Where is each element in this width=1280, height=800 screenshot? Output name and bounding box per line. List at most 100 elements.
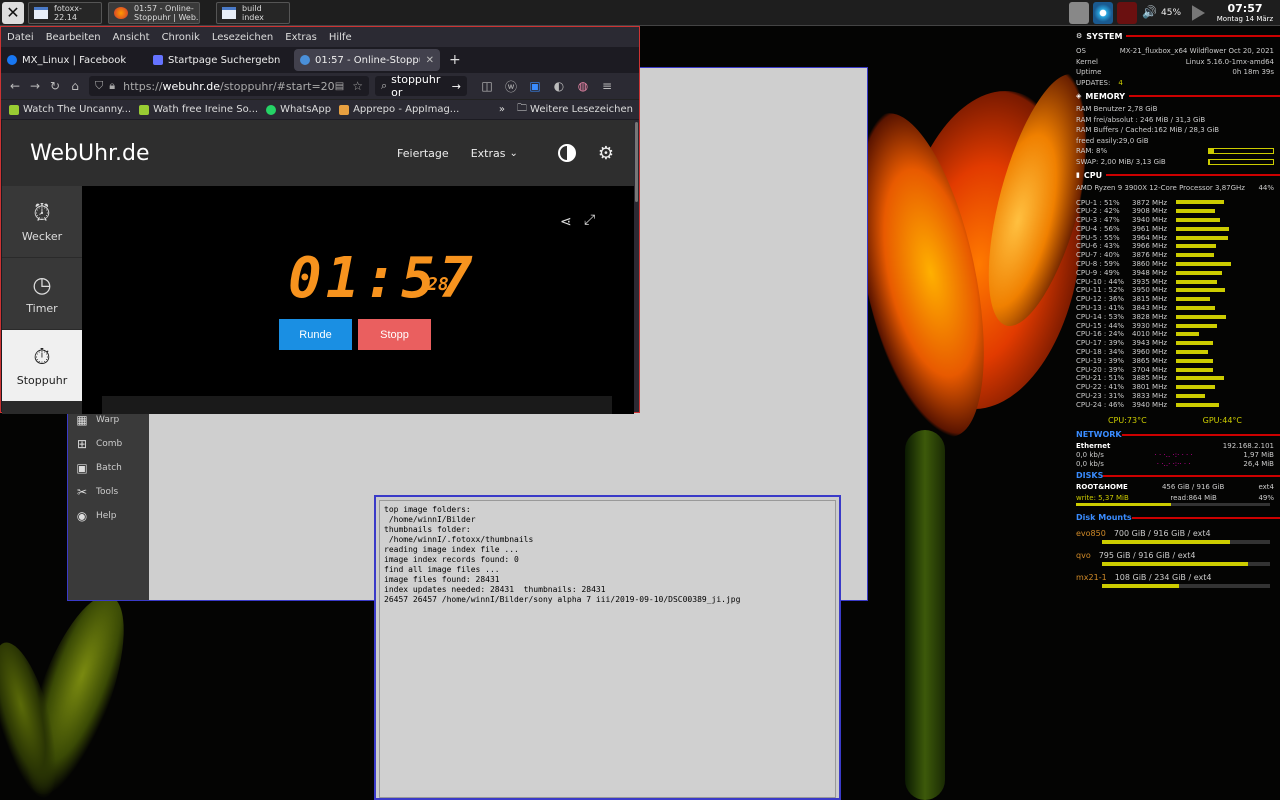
cpu-core-label: CPU-4 : 56%	[1076, 225, 1132, 234]
build-index-log: top image folders: /home/winnI/Bilder thu…	[379, 500, 836, 798]
menu-bar: Datei Bearbeiten Ansicht Chronik Lesezeichen…	[1, 27, 639, 47]
cpu-core-pct: 39%	[1108, 356, 1125, 365]
task-firefox[interactable]: 01:57 - Online- Stoppuhr | Web...	[108, 1, 200, 24]
shield-icon: ⛉	[95, 79, 104, 92]
ram-row: RAM: 8%	[1070, 146, 1280, 157]
system-key: Kernel	[1076, 57, 1098, 66]
magnifier-tray-icon[interactable]	[1069, 2, 1089, 24]
system-row: UPDATES: 4	[1070, 78, 1280, 89]
pocket-icon[interactable]: ◫	[477, 79, 497, 93]
sidebar-item-wecker[interactable]: ⏰︎ Wecker	[2, 186, 82, 258]
cpu-core-row: CPU-2 : 42% 3908 MHz	[1070, 207, 1280, 216]
task-fotoxx[interactable]: fotoxx-22.14	[28, 1, 102, 24]
volume-icon[interactable]: 🔊	[1142, 5, 1157, 19]
timer-icon: ◷	[32, 273, 52, 298]
stopwatch-display: ⋖ ⤢ 01:57 28 Runde Stopp	[82, 186, 634, 414]
divider	[1103, 475, 1280, 478]
scrollbar[interactable]	[634, 120, 639, 412]
menu-item[interactable]: Extras	[285, 32, 317, 43]
site-logo[interactable]: WebUhr.de	[30, 141, 150, 166]
url-bar[interactable]: ⛉ 🔒︎ https://webuhr.de/stoppuhr/#start=2…	[89, 76, 369, 96]
more-bookmarks[interactable]: 🗀 Weitere Lesezeichen	[517, 101, 633, 118]
play-tray-icon[interactable]	[1192, 5, 1205, 21]
bookmark-item[interactable]: Apprepo - AppImag...	[339, 104, 459, 115]
cpu-core-bar-fill	[1176, 385, 1215, 390]
share-icon[interactable]: ⋖	[560, 214, 572, 230]
mount-bar-fill	[1102, 584, 1180, 589]
help-icon: ◉	[76, 509, 88, 523]
bookmark-item[interactable]: Wath free Ireine So...	[139, 104, 258, 115]
back-icon[interactable]: ←	[5, 79, 25, 93]
bookmark-item[interactable]: WhatsApp	[266, 104, 331, 115]
fotoxx-comb[interactable]: ⊞ Comb	[68, 432, 149, 456]
reload-icon[interactable]: ↻	[45, 79, 65, 93]
menu-item[interactable]: Hilfe	[329, 32, 352, 43]
sidebar-item-timer[interactable]: ◷ Timer	[2, 258, 82, 330]
cpu-core-name: CPU-22	[1076, 383, 1102, 392]
menu-item[interactable]: Ansicht	[113, 32, 150, 43]
close-tab-icon[interactable]: ✕	[426, 55, 434, 66]
fotoxx-help[interactable]: ◉ Help	[68, 504, 149, 528]
divider	[1129, 95, 1280, 97]
new-tab-icon[interactable]: +	[449, 52, 461, 68]
home-icon[interactable]: ⌂	[65, 79, 85, 93]
go-arrow-icon[interactable]: →	[452, 80, 461, 93]
menu-item[interactable]: Lesezeichen	[212, 32, 273, 43]
cpu-core-mhz: 3940 MHz	[1132, 400, 1168, 409]
menu-item[interactable]: Bearbeiten	[46, 32, 101, 43]
stop-button[interactable]: Stopp	[358, 319, 431, 350]
cpu-core-mhz: 3930 MHz	[1132, 321, 1168, 330]
cpu-core-name: CPU-16	[1076, 330, 1102, 339]
wikipedia-icon[interactable]: ⓦ	[501, 78, 521, 95]
fotoxx-batch[interactable]: ▣ Batch	[68, 456, 149, 480]
settings-gear-icon[interactable]: ⚙	[598, 143, 614, 164]
colorpicker-icon[interactable]: ◍	[573, 79, 593, 93]
swap-label: SWAP: 2,00 MiB/ 3,13 GiB	[1076, 157, 1166, 166]
forward-icon[interactable]: →	[25, 79, 45, 93]
theme-toggle-icon[interactable]	[557, 144, 576, 162]
mx-menu-icon[interactable]: ✕	[2, 1, 24, 24]
mount-bar-fill	[1102, 540, 1230, 545]
cpu-core-pct: 44%	[1108, 277, 1125, 286]
mount-usage: 795 GiB / 916 GiB / ext4	[1098, 551, 1196, 561]
net-iface-row: Ethernet 192.168.2.101	[1070, 441, 1280, 452]
extension-badge-icon[interactable]: ▣	[525, 79, 545, 93]
cpu-core-name: CPU-5	[1076, 233, 1098, 242]
nav-extras-menu[interactable]: Extras	[471, 147, 506, 160]
lap-button[interactable]: Runde	[279, 319, 352, 350]
reader-icon[interactable]: ▤	[335, 81, 344, 92]
hamburger-menu-icon[interactable]: ≡	[597, 79, 617, 93]
cpu-core-bar-fill	[1176, 217, 1221, 222]
bookmark-star-icon[interactable]: ☆	[352, 79, 363, 93]
mounts: evo850 700 GiB / 916 GiB / ext4 qvo 795 GiB…	[1070, 528, 1280, 589]
nav-bar: ← → ↻ ⌂ ⛉ 🔒︎ https://webuhr.de/stoppuhr/…	[1, 73, 639, 99]
sidebar-item-stoppuhr[interactable]: ⏱︎ Stoppuhr	[2, 330, 82, 402]
cpu-core-bar	[1176, 323, 1270, 329]
app-tray-icon[interactable]	[1117, 2, 1137, 24]
fotoxx-item-label: Warp	[96, 415, 120, 425]
cpu-icon: ▮	[1076, 171, 1080, 179]
extension-icon[interactable]: ◐	[549, 79, 569, 93]
clock[interactable]: 07:57 Montag 14 März	[1212, 2, 1278, 23]
tab-facebook[interactable]: MX_Linux | Facebook	[1, 49, 144, 71]
nav-holidays-link[interactable]: Feiertage	[397, 147, 449, 160]
bookmark-item[interactable]: Watch The Uncanny...	[9, 104, 131, 115]
menu-item[interactable]: Chronik	[162, 32, 200, 43]
scrollbar-thumb[interactable]	[635, 122, 638, 202]
chevron-more-icon[interactable]: »	[499, 104, 505, 115]
memory-icon: ◈	[1076, 92, 1082, 100]
fullscreen-icon[interactable]: ⤢	[584, 212, 595, 228]
tab-webuhr[interactable]: 01:57 - Online-Stoppul ✕	[294, 49, 440, 71]
menu-item[interactable]: Datei	[7, 32, 34, 43]
screenshot-tray-icon[interactable]	[1093, 2, 1113, 24]
cpu-core-row: CPU-18 : 34% 3960 MHz	[1070, 348, 1280, 357]
cpu-core-name: CPU-17	[1076, 339, 1102, 348]
search-input[interactable]: ⌕ stoppuhr or →	[375, 73, 467, 99]
fotoxx-tools[interactable]: ✂ Tools	[68, 480, 149, 504]
system-value: MX-21_fluxbox_x64 Wildflower Oct 20, 202…	[1119, 47, 1274, 55]
tab-startpage[interactable]: Startpage Suchergebn	[147, 49, 291, 71]
disk-write: write: 5,37 MiB	[1076, 493, 1129, 502]
section-title: SYSTEM	[1086, 31, 1123, 41]
cpu-core-bar-fill	[1176, 253, 1214, 258]
task-build-index[interactable]: build index	[216, 1, 290, 24]
